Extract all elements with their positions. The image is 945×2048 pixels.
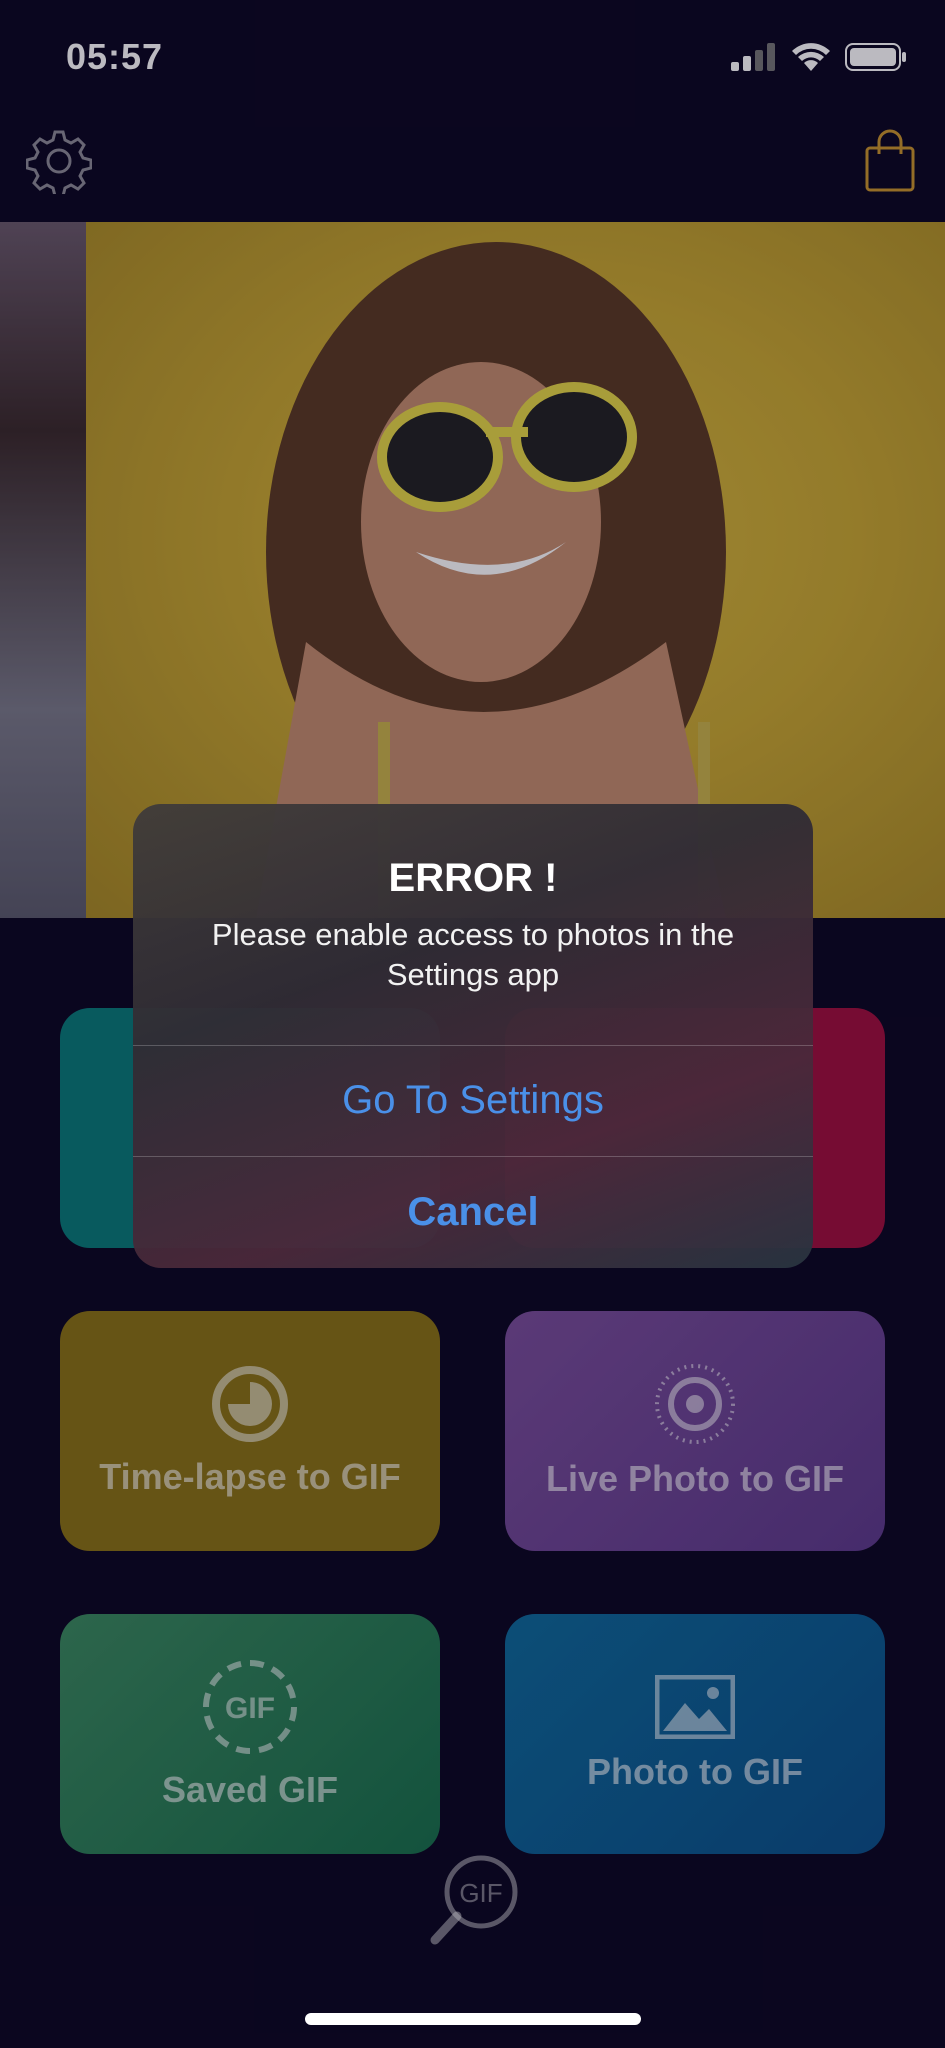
alert-title: ERROR ! — [388, 856, 558, 900]
alert-message: Please enable access to photos in the Se… — [211, 917, 735, 992]
cancel-button[interactable]: Cancel — [133, 1157, 813, 1267]
go-to-settings-button[interactable]: Go To Settings — [133, 1045, 813, 1155]
home-indicator[interactable] — [305, 2013, 641, 2025]
error-alert-dialog: ERROR ! Please enable access to photos i… — [133, 804, 813, 1268]
